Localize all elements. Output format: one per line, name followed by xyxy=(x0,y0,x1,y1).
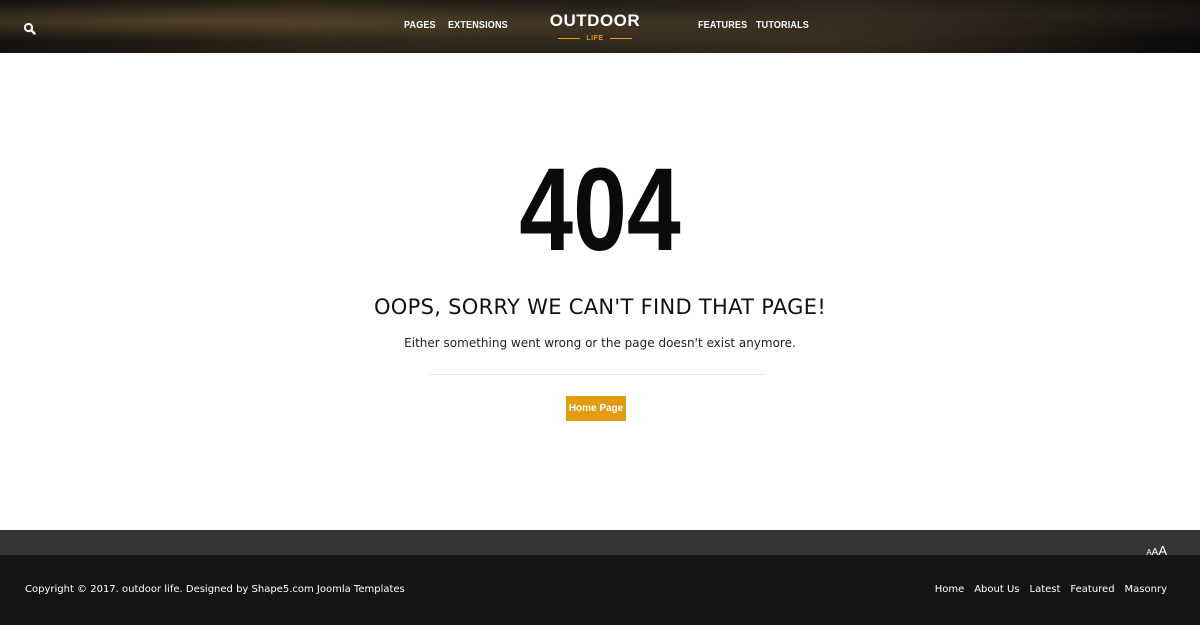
nav-features[interactable]: FEATURES xyxy=(698,20,747,31)
footer-link-masonry[interactable]: Masonry xyxy=(1125,584,1167,595)
home-page-button[interactable]: Home Page xyxy=(566,396,626,421)
footer-top-bar xyxy=(0,530,1200,555)
nav-pages[interactable]: PAGES xyxy=(404,20,436,31)
site-logo[interactable]: OUTDOOR LIFE xyxy=(545,10,645,44)
footer-link-featured[interactable]: Featured xyxy=(1070,584,1114,595)
footer-menu: Home About Us Latest Featured Masonry xyxy=(935,584,1167,595)
error-title: OOPS, SORRY WE CAN'T FIND THAT PAGE! xyxy=(373,295,827,319)
site-header: PAGES EXTENSIONS OUTDOOR LIFE FEATURES T… xyxy=(0,0,1200,53)
copyright-text: Copyright © 2017. outdoor life. Designed… xyxy=(25,584,405,595)
logo-line-left xyxy=(558,37,581,39)
nav-extensions[interactable]: EXTENSIONS xyxy=(448,20,508,31)
divider xyxy=(430,374,765,375)
logo-line-right xyxy=(609,37,632,39)
search-icon xyxy=(23,22,36,35)
footer-link-latest[interactable]: Latest xyxy=(1030,584,1061,595)
page: PAGES EXTENSIONS OUTDOOR LIFE FEATURES T… xyxy=(0,0,1200,625)
nav-tutorials[interactable]: TUTORIALS xyxy=(756,20,809,31)
error-code: 404 xyxy=(519,144,681,276)
search-button[interactable] xyxy=(23,21,37,35)
logo-title: OUTDOOR xyxy=(549,11,641,30)
logo-subtitle: LIFE xyxy=(586,34,604,42)
footer-link-home[interactable]: Home xyxy=(935,584,965,595)
footer-link-about-us[interactable]: About Us xyxy=(974,584,1019,595)
error-description: Either something went wrong or the page … xyxy=(404,336,796,350)
